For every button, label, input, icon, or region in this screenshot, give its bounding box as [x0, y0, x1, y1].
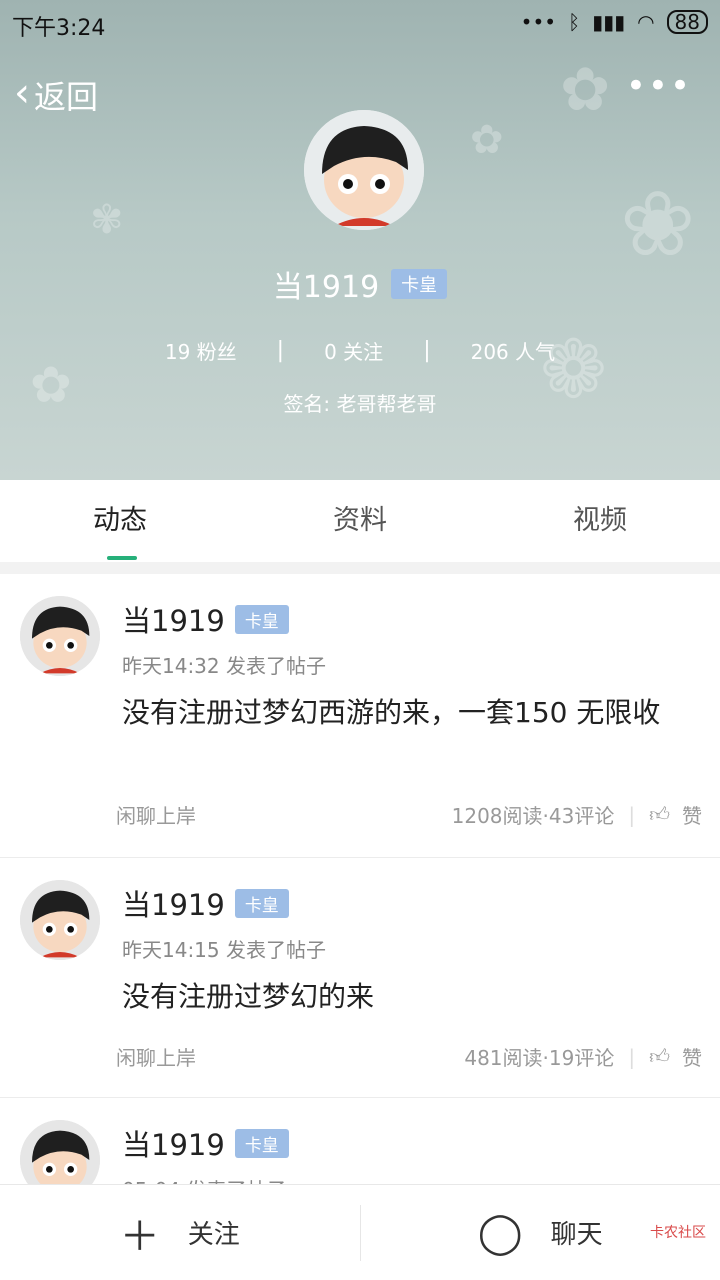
post-avatar[interactable] — [20, 596, 100, 676]
chevron-left-icon: ‹ — [14, 70, 30, 116]
tab-videos[interactable]: 视频 — [480, 480, 720, 562]
divider: | — [628, 802, 636, 827]
post-author-row: 当1919 卡皇 — [122, 882, 289, 924]
followers-count[interactable]: 19 粉丝 — [165, 336, 237, 365]
profile-badge: 卡皇 — [391, 269, 448, 299]
post-author-badge: 卡皇 — [234, 604, 289, 634]
chat-bubble-icon: ◯ — [477, 1209, 523, 1256]
avatar-image — [20, 880, 100, 960]
post-category-tag[interactable]: 闲聊上岸 — [116, 1042, 464, 1071]
avatar-image — [20, 596, 100, 676]
more-options-button[interactable]: ••• — [626, 66, 692, 106]
post-author-row: 当1919 卡皇 — [122, 598, 289, 640]
divider: | — [423, 338, 431, 363]
follow-button[interactable]: ＋ 关注 — [0, 1185, 360, 1280]
post-author-badge: 卡皇 — [234, 1128, 289, 1158]
back-button[interactable]: ‹ 返回 — [14, 70, 99, 118]
thumbs-up-icon: 👍︎ — [649, 802, 670, 826]
watermark-logo: 卡农社区 — [650, 1225, 706, 1241]
post-item[interactable]: 当1919 卡皇 昨天14:15 发表了帖子 没有注册过梦幻的来 闲聊上岸 48… — [0, 858, 720, 1098]
post-footer: 闲聊上岸 1208阅读·43评论 | 👍︎ 赞 — [116, 800, 702, 829]
decorative-flower-icon: ❀ — [620, 172, 696, 277]
post-author-name[interactable]: 当1919 — [122, 1122, 225, 1164]
post-avatar[interactable] — [20, 880, 100, 960]
avatar-image — [304, 110, 424, 230]
divider: | — [276, 338, 285, 363]
post-footer: 闲聊上岸 481阅读·19评论 | 👍︎ 赞 — [116, 1042, 702, 1071]
decorative-flower-icon: ✾ — [90, 197, 124, 243]
post-author-name[interactable]: 当1919 — [122, 598, 225, 640]
profile-header: ✿ ❀ ✿ ✾ ❁ ✿ 下午3:24 ••• ᛒ ▮▮▮ ◠ 88 ‹ 返回 •… — [0, 0, 720, 480]
divider: | — [628, 1044, 636, 1069]
decorative-flower-icon: ✿ — [470, 117, 504, 163]
following-count[interactable]: 0 关注 — [324, 336, 383, 365]
post-author-row: 当1919 卡皇 — [122, 1122, 289, 1164]
profile-avatar[interactable] — [304, 110, 424, 230]
post-text[interactable]: 没有注册过梦幻的来 — [122, 976, 702, 1018]
status-icons: ••• ᛒ ▮▮▮ ◠ 88 — [521, 10, 708, 34]
signal-icon: ▮▮▮ — [592, 10, 626, 34]
like-label: 赞 — [682, 1046, 702, 1070]
status-time: 下午3:24 — [12, 16, 106, 41]
battery-icon: 88 — [666, 10, 708, 34]
popularity-count: 206 人气 — [470, 340, 556, 364]
decorative-flower-icon: ✿ — [560, 55, 611, 125]
post-author-badge: 卡皇 — [234, 888, 289, 918]
profile-username: 当1919 — [272, 270, 380, 305]
post-feed: 当1919 卡皇 昨天14:32 发表了帖子 没有注册过梦幻西游的来，一套150… — [0, 574, 720, 1238]
post-stats: 481阅读·19评论 — [464, 1046, 615, 1070]
post-stats: 1208阅读·43评论 — [451, 804, 615, 828]
profile-stats: 19 粉丝 | 0 关注 | 206 人气 — [0, 336, 720, 365]
status-bar: 下午3:24 ••• ᛒ ▮▮▮ ◠ 88 — [0, 0, 720, 50]
post-text[interactable]: 没有注册过梦幻西游的来，一套150 无限收 — [122, 692, 702, 734]
profile-name-row: 当1919 卡皇 — [0, 262, 720, 306]
follow-label: 关注 — [187, 1220, 240, 1250]
like-button[interactable]: 👍︎ 赞 — [649, 800, 702, 829]
tab-feed[interactable]: 动态 — [0, 480, 240, 562]
wifi-icon: ◠ — [637, 10, 655, 34]
post-time: 昨天14:15 发表了帖子 — [122, 938, 326, 962]
profile-signature: 签名: 老哥帮老哥 — [283, 392, 437, 416]
bluetooth-icon: ᛒ — [568, 10, 581, 34]
post-time: 昨天14:32 发表了帖子 — [122, 654, 326, 678]
chat-label: 聊天 — [550, 1220, 603, 1250]
thumbs-up-icon: 👍︎ — [649, 1044, 670, 1068]
like-label: 赞 — [682, 804, 702, 828]
like-button[interactable]: 👍︎ 赞 — [649, 1042, 702, 1071]
plus-icon: ＋ — [119, 1213, 160, 1260]
post-item[interactable]: 当1919 卡皇 昨天14:32 发表了帖子 没有注册过梦幻西游的来，一套150… — [0, 574, 720, 858]
bottom-action-bar: ＋ 关注 ◯ 聊天 卡农社区 — [0, 1184, 720, 1280]
post-author-name[interactable]: 当1919 — [122, 882, 225, 924]
tab-profile-info[interactable]: 资料 — [240, 480, 480, 562]
dots-icon: ••• — [520, 10, 557, 34]
back-label: 返回 — [34, 78, 99, 116]
profile-tabs: 动态 资料 视频 — [0, 480, 720, 562]
post-category-tag[interactable]: 闲聊上岸 — [116, 800, 452, 829]
